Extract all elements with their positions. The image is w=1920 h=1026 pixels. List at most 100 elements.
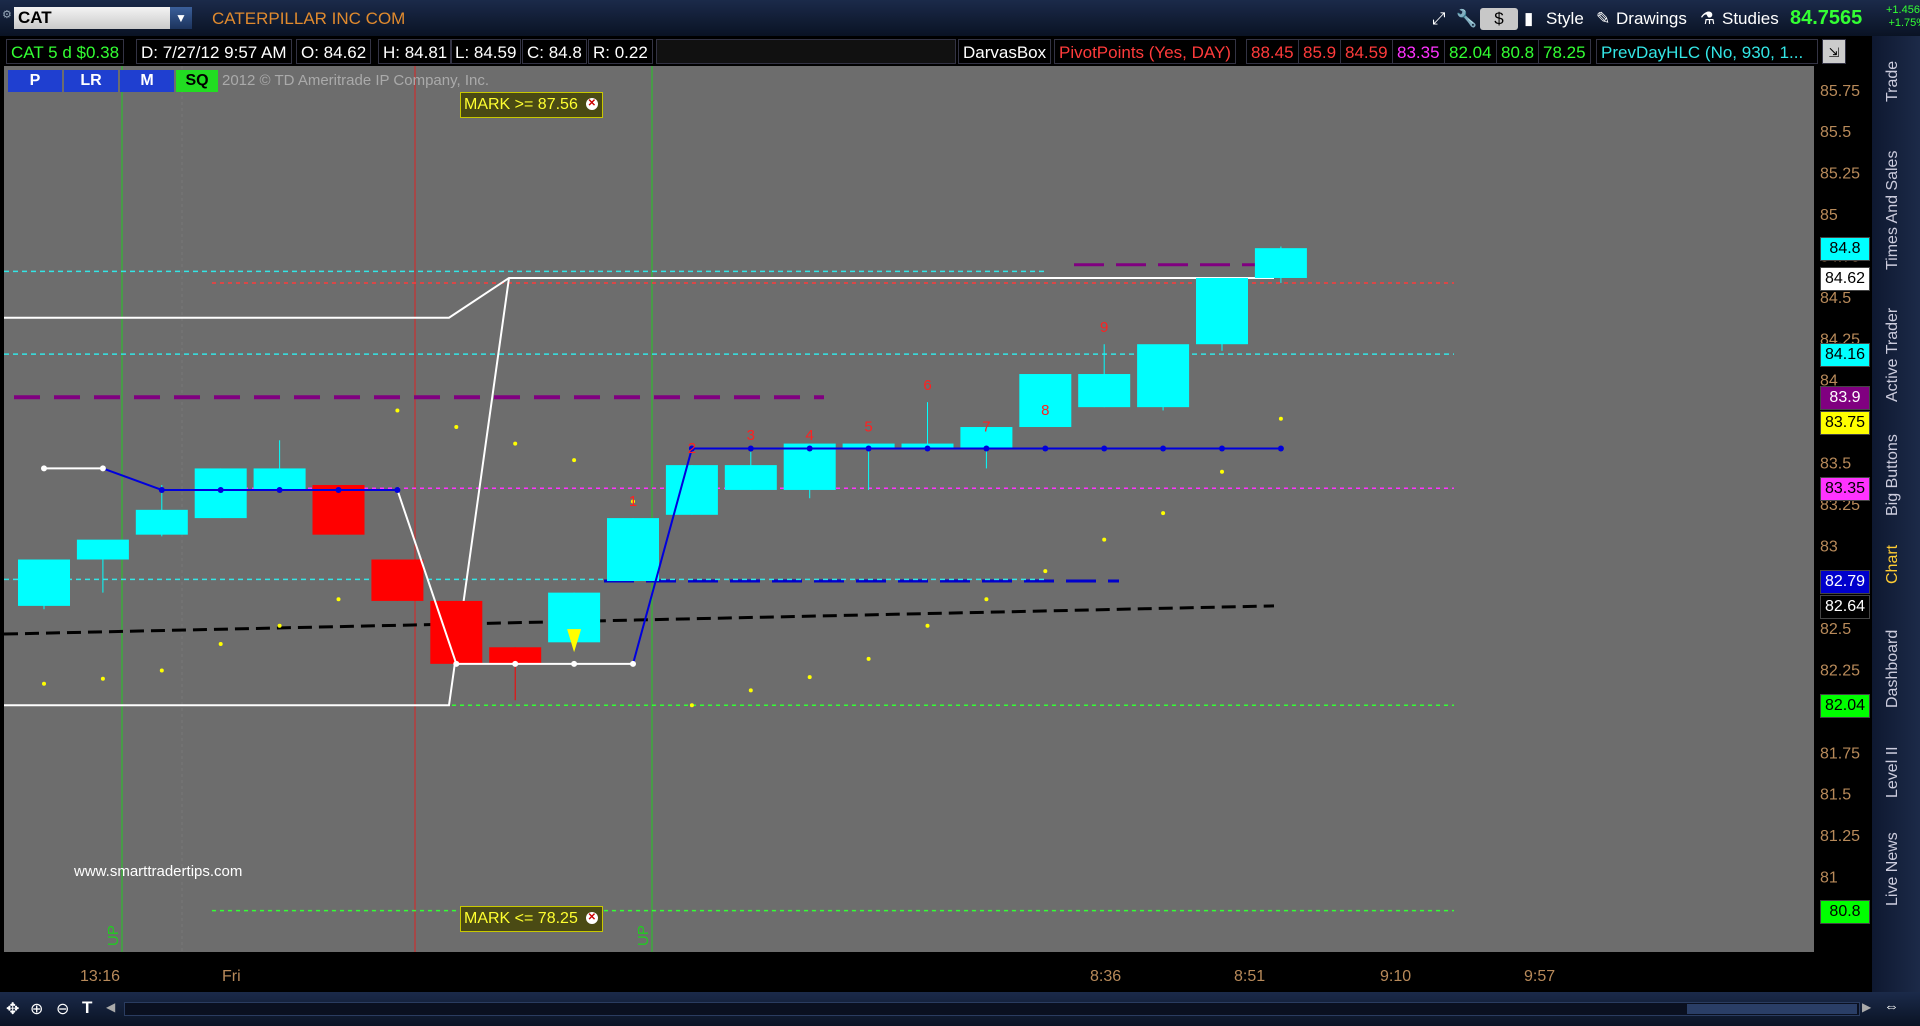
stop-point	[806, 445, 813, 452]
symbol-dropdown-button[interactable]: ▼	[170, 7, 192, 29]
tab-active-trader[interactable]: Active Trader	[1884, 308, 1902, 402]
collapse-icon[interactable]: ⇲	[1822, 39, 1846, 64]
price-tag: 82.04	[1820, 694, 1870, 719]
indicator-dot	[1102, 537, 1107, 542]
stop-point	[41, 465, 47, 472]
alert-lower[interactable]: MARK <= 78.25 ✕	[460, 906, 603, 932]
stop-point	[865, 445, 872, 452]
stop-point	[1160, 445, 1167, 452]
price-tick-label: 82.5	[1820, 621, 1851, 638]
pivot-value-3: 84.59	[1340, 39, 1393, 64]
stop-point	[747, 445, 754, 452]
pivot-value-4: 83.35	[1392, 39, 1445, 64]
candle-body	[1137, 344, 1190, 408]
stop-point	[99, 465, 106, 472]
chart-window: ⚙ CAT ▼ CATERPILLAR INC COM ⤢ 🔧 $ ▮ Styl…	[0, 0, 1920, 1026]
alert-lower-label: MARK <= 78.25	[464, 910, 578, 927]
button-m[interactable]: M	[120, 70, 174, 92]
price-tag: 83.9	[1820, 386, 1870, 411]
close-icon[interactable]: ✕	[585, 98, 598, 110]
candle-body	[18, 559, 70, 606]
style-button[interactable]: Style	[1546, 8, 1584, 30]
stop-point	[276, 486, 283, 493]
studies-button[interactable]: Studies	[1722, 8, 1779, 30]
candle-body	[665, 465, 718, 515]
pivot-value-6: 80.8	[1496, 39, 1540, 64]
tab-live-news[interactable]: Live News	[1884, 832, 1902, 906]
last-price: 84.7565	[1790, 7, 1863, 29]
expand-icon[interactable]: ⇔	[1884, 998, 1899, 1015]
close-icon[interactable]: ✕	[585, 912, 598, 924]
count-label: 9	[1100, 319, 1108, 336]
alert-upper-label: MARK >= 87.56	[464, 96, 578, 113]
indicator-dot	[1161, 511, 1166, 516]
price-tick-label: 81	[1820, 869, 1838, 886]
tab-trade[interactable]: Trade	[1884, 61, 1902, 102]
tab-big-buttons[interactable]: Big Buttons	[1884, 434, 1902, 516]
zoom-in-icon[interactable]: ⊕	[30, 999, 43, 1019]
price-tag: 82.64	[1820, 594, 1870, 619]
tab-chart[interactable]: Chart	[1884, 545, 1902, 584]
time-label: 13:16	[80, 968, 121, 985]
stop-point	[924, 445, 931, 452]
study-prevdayhlc[interactable]: PrevDayHLC (No, 930, 1...	[1596, 39, 1818, 64]
stop-point	[630, 660, 636, 667]
chart-area[interactable]: 1 2 3 4 5 6 7 8 9 UP UP	[3, 66, 1814, 952]
tab-times-and-sales[interactable]: Times And Sales	[1884, 151, 1902, 270]
tab-level-ii[interactable]: Level II	[1884, 746, 1902, 798]
drawings-button[interactable]: Drawings	[1616, 8, 1687, 30]
button-p[interactable]: P	[8, 70, 62, 92]
bar-range: R: 0.22	[588, 39, 653, 64]
study-pivotpoints[interactable]: PivotPoints (Yes, DAY)	[1054, 39, 1236, 64]
symbol-input[interactable]: CAT	[14, 7, 170, 29]
price-tag: 82.79	[1820, 570, 1870, 595]
change-absolute: +1.4565	[1886, 4, 1920, 16]
price-tick-label: 85.5	[1820, 124, 1851, 141]
indicator-dot	[1043, 569, 1048, 574]
wrench-icon[interactable]: 🔧	[1456, 8, 1477, 30]
time-label: 9:10	[1380, 968, 1412, 985]
scrollbar[interactable]	[124, 1002, 1860, 1016]
tab-dashboard[interactable]: Dashboard	[1884, 630, 1902, 708]
price-axis-svg: 8181.2581.581.758282.2582.582.758383.258…	[1820, 83, 1860, 887]
scrollbar-thumb[interactable]	[1687, 1004, 1857, 1014]
alert-upper[interactable]: MARK >= 87.56 ✕	[460, 92, 603, 118]
study-darvasbox[interactable]: DarvasBox	[958, 39, 1052, 64]
up-marker: UP	[635, 925, 652, 946]
button-lr[interactable]: LR	[64, 70, 118, 92]
price-tag: 84.62	[1820, 266, 1870, 291]
dollar-button[interactable]: $	[1480, 8, 1518, 30]
price-tick-label: 81.5	[1820, 787, 1851, 804]
bottom-toolbar: ✥ ⊕ ⊖ T ◀ ▶ ⇔	[0, 992, 1920, 1026]
price-tick-label: 84.5	[1820, 290, 1851, 307]
candle-body	[253, 468, 306, 490]
stop-point	[512, 660, 519, 667]
fullscreen-icon[interactable]: ⤢	[1432, 8, 1446, 30]
indicator-dot	[395, 408, 400, 413]
zoom-out-icon[interactable]: ⊖	[56, 999, 69, 1019]
side-tabs: Trade Times And Sales Active Trader Big …	[1872, 36, 1920, 1026]
up-marker: UP	[105, 925, 122, 946]
stop-line-segment	[102, 467, 163, 491]
stop-point	[1042, 445, 1049, 452]
bar-open: O: 84.62	[296, 39, 372, 64]
stop-point	[1219, 445, 1225, 452]
scroll-right-icon[interactable]: ▶	[1862, 1000, 1871, 1014]
change-percent: +1.75%	[1888, 17, 1920, 29]
count-label: 5	[864, 419, 872, 436]
text-tool-icon[interactable]: T	[82, 998, 92, 1018]
time-label: 8:36	[1090, 968, 1122, 985]
candle-body	[76, 539, 129, 560]
pan-icon[interactable]: ✥	[6, 999, 19, 1019]
settings-icon[interactable]: ⚙	[2, 8, 12, 28]
pivot-value-5: 82.04	[1444, 39, 1497, 64]
price-change: +1.4565 +1.75%	[1886, 4, 1920, 30]
price-tag: 80.8	[1820, 899, 1870, 924]
count-label: 3	[747, 427, 755, 444]
candle-body	[1254, 248, 1307, 278]
scroll-left-icon[interactable]: ◀	[106, 1000, 115, 1014]
candle-body	[1196, 277, 1248, 345]
indicator-dot	[100, 676, 105, 681]
indicator-dot	[513, 441, 518, 446]
button-sq[interactable]: SQ	[176, 70, 218, 92]
